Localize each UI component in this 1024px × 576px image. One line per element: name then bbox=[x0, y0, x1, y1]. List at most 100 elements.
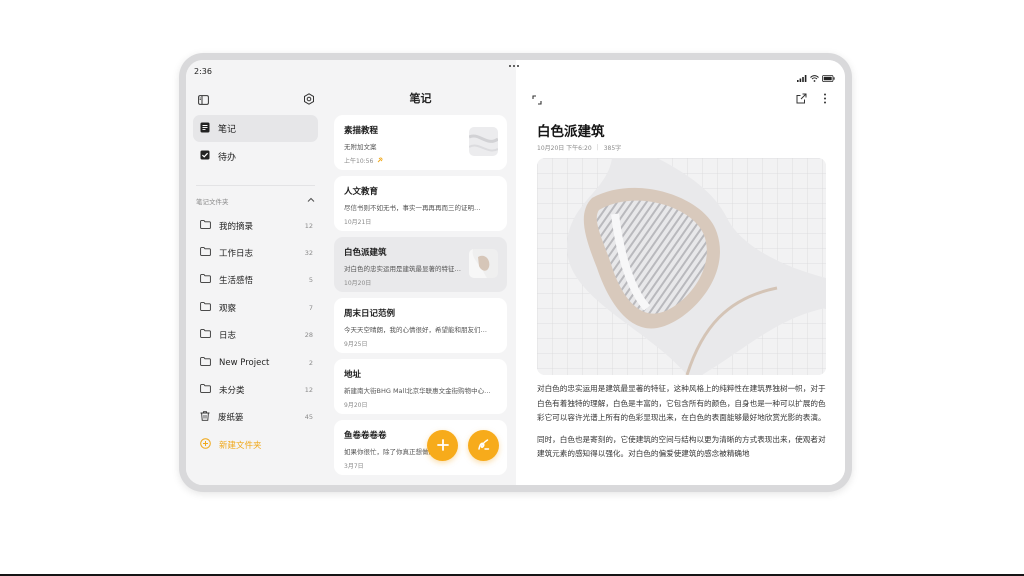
meta-separator: | bbox=[596, 144, 599, 151]
folder-name: 观察 bbox=[219, 303, 237, 314]
note-meta: 10月20日 下午6:20 | 385字 bbox=[537, 143, 621, 152]
note-icon bbox=[200, 122, 210, 136]
camera-dots bbox=[509, 65, 519, 67]
signal-icon bbox=[797, 67, 807, 86]
folder-name: 生活感悟 bbox=[219, 276, 254, 287]
note-detail-pane: 白色派建筑 10月20日 下午6:20 | 385字 对白色的忠实运用是建筑最显… bbox=[516, 60, 845, 485]
note-paragraph: 对白色的忠实运用是建筑最显著的特征，这种风格上的纯粹性在建筑界独树一帜，对于白色… bbox=[537, 384, 826, 422]
note-list-pane: 笔记 素描教程 无附加文案 上午10:56 人文教育 尽信书则不如无书，事实一再再再而三… bbox=[325, 60, 516, 485]
folder-icon bbox=[200, 274, 211, 286]
sidebar-folder-item[interactable]: 工作日志 32 bbox=[193, 239, 318, 266]
sidebar-item-label: 待办 bbox=[218, 153, 237, 163]
plus-icon bbox=[436, 436, 449, 455]
system-icons bbox=[797, 67, 835, 86]
sidebar-item-notes[interactable]: 笔记 bbox=[193, 115, 318, 142]
settings-gear-icon[interactable] bbox=[303, 90, 315, 109]
sidebar-divider bbox=[196, 185, 315, 186]
folder-count: 2 bbox=[308, 358, 313, 367]
note-title: 白色派建筑 bbox=[537, 124, 605, 140]
folder-count: 12 bbox=[304, 386, 313, 395]
folder-icon bbox=[200, 384, 211, 396]
pin-icon bbox=[377, 156, 384, 165]
note-card[interactable]: 素描教程 无附加文案 上午10:56 bbox=[334, 115, 507, 170]
note-card-snippet: 新建南大街BHG Mall北京华联惠文金街购物中心… bbox=[344, 387, 491, 395]
folder-count: 28 bbox=[304, 331, 313, 340]
architecture-image bbox=[537, 158, 826, 375]
folder-icon bbox=[200, 302, 211, 314]
folder-icon bbox=[200, 247, 211, 259]
expand-icon[interactable] bbox=[532, 90, 542, 109]
sidebar-toolbar bbox=[196, 88, 315, 108]
add-note-button[interactable] bbox=[427, 430, 458, 461]
wifi-icon bbox=[810, 67, 819, 86]
new-folder-label: 新建文件夹 bbox=[219, 440, 262, 451]
status-time: 2:36 bbox=[194, 67, 212, 76]
note-card[interactable]: 人文教育尽信书则不如无书，事实一再再再而三的证明… 10月21日 bbox=[334, 176, 507, 231]
note-card-date: 9月25日 bbox=[344, 341, 368, 348]
folder-count: 12 bbox=[304, 221, 313, 230]
note-cards: 素描教程 无附加文案 上午10:56 人文教育 尽信书则不如无书，事实一再再再而三的证明… bbox=[334, 115, 507, 481]
sidebar-folder-item[interactable]: 我的摘录 12 bbox=[193, 212, 318, 239]
sidebar-folder-item[interactable]: 生活感悟 5 bbox=[193, 267, 318, 294]
sidebar-toggle-icon[interactable] bbox=[198, 90, 209, 109]
folder-count: 5 bbox=[308, 276, 313, 285]
note-thumbnail bbox=[469, 249, 498, 278]
note-card[interactable]: 周末日记范例今天天空晴朗，我的心情很好，希望能和朋友们… 9月25日 bbox=[334, 298, 507, 353]
checkbox-icon bbox=[200, 150, 210, 163]
folder-icon bbox=[200, 356, 211, 369]
folder-name: 我的摘录 bbox=[219, 221, 254, 232]
folders-header[interactable]: 笔记文件夹 bbox=[196, 196, 315, 206]
folder-name: New Project bbox=[219, 357, 270, 368]
note-date: 10月20日 下午6:20 bbox=[537, 145, 592, 152]
folder-name: 工作日志 bbox=[219, 249, 254, 260]
new-folder-button[interactable]: 新建文件夹 bbox=[193, 431, 318, 458]
note-thumbnail bbox=[469, 127, 498, 156]
handwrite-note-button[interactable] bbox=[468, 430, 499, 461]
tablet-frame: 笔记 待办 笔记文件夹 我的摘录 12 工作日志 32 生活感悟 5 观察 7 日志 28 New … bbox=[179, 53, 852, 492]
sidebar-folder-item[interactable]: 未分类 12 bbox=[193, 376, 318, 403]
folder-count: 32 bbox=[304, 249, 313, 258]
battery-icon bbox=[822, 67, 835, 86]
note-body[interactable]: 对白色的忠实运用是建筑最显著的特征，这种风格上的纯粹性在建筑界独树一帜，对于白色… bbox=[537, 382, 826, 469]
folder-count: 7 bbox=[308, 303, 313, 312]
sidebar-item-label: 笔记 bbox=[218, 125, 237, 135]
note-card[interactable]: 地址新建南大街BHG Mall北京华联惠文金街购物中心… 9月20日 bbox=[334, 359, 507, 414]
screen: 笔记 待办 笔记文件夹 我的摘录 12 工作日志 32 生活感悟 5 观察 7 日志 28 New … bbox=[186, 60, 845, 485]
note-card-date: 上午10:56 bbox=[344, 158, 374, 165]
note-card-title: 地址 bbox=[344, 370, 362, 380]
folder-name: 日志 bbox=[219, 331, 237, 342]
note-word-count: 385字 bbox=[603, 145, 622, 152]
note-card-snippet: 今天天空晴朗，我的心情很好，希望能和朋友们… bbox=[344, 326, 487, 334]
more-options-icon[interactable] bbox=[823, 89, 827, 108]
sidebar: 笔记 待办 笔记文件夹 我的摘录 12 工作日志 32 生活感悟 5 观察 7 日志 28 New … bbox=[186, 60, 325, 485]
note-card-snippet: 对白色的忠实运用是建筑最显著的特征… bbox=[344, 265, 461, 273]
folder-name: 废纸篓 bbox=[218, 413, 244, 424]
note-card-date: 3月7日 bbox=[344, 463, 364, 470]
note-paragraph: 同时，白色也是寄刻的，它使建筑的空间与结构以更为清晰的方式表现出来，使观者对建筑… bbox=[537, 434, 826, 459]
share-icon[interactable] bbox=[796, 89, 807, 108]
folder-list: 我的摘录 12 工作日志 32 生活感悟 5 观察 7 日志 28 New Project 2 未分类 1… bbox=[193, 212, 318, 459]
note-card-snippet: 尽信书则不如无书，事实一再再再而三的证明… bbox=[344, 204, 481, 212]
add-circle-icon bbox=[200, 438, 211, 452]
note-card[interactable]: 白色派建筑 对白色的忠实运用是建筑最显著的特征… 10月20日 bbox=[334, 237, 507, 292]
sidebar-folder-item[interactable]: New Project 2 bbox=[193, 349, 318, 376]
note-card-title: 人文教育 bbox=[344, 187, 379, 197]
sidebar-folder-item[interactable]: 观察 7 bbox=[193, 294, 318, 321]
note-card-date: 9月20日 bbox=[344, 402, 368, 409]
sidebar-folder-item[interactable]: 日志 28 bbox=[193, 322, 318, 349]
folder-icon bbox=[200, 329, 211, 341]
pen-icon bbox=[477, 436, 490, 455]
status-bar: 2:36 bbox=[186, 60, 845, 82]
list-title: 笔记 bbox=[409, 92, 432, 105]
note-card-date: 10月20日 bbox=[344, 280, 372, 287]
note-card-snippet: 无附加文案 bbox=[344, 143, 377, 151]
folders-header-label: 笔记文件夹 bbox=[196, 198, 229, 206]
sidebar-folder-item[interactable]: 废纸篓 45 bbox=[193, 404, 318, 431]
chevron-up-icon[interactable] bbox=[307, 197, 315, 205]
note-card-date: 10月21日 bbox=[344, 219, 372, 226]
sidebar-nav: 笔记 待办 bbox=[193, 115, 318, 171]
sidebar-item-todo[interactable]: 待办 bbox=[193, 143, 318, 170]
folder-icon bbox=[200, 219, 211, 232]
note-card-title: 周末日记范例 bbox=[344, 309, 396, 319]
folder-count: 45 bbox=[304, 413, 313, 422]
